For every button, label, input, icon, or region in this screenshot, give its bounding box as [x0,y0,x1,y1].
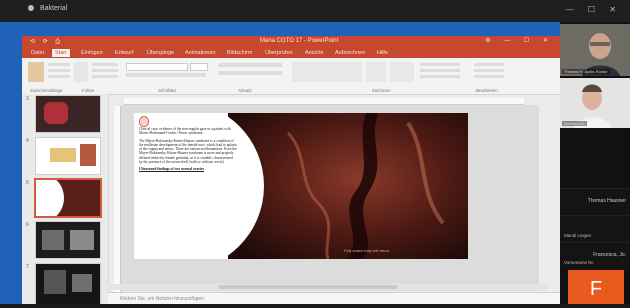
quick-styles-button[interactable] [390,62,414,82]
participant-video-2[interactable]: Manfred Dr. [560,78,630,128]
font-family-select[interactable] [126,63,188,71]
section-button[interactable] [92,75,118,78]
vertical-ruler [114,106,121,292]
slide-finding: Ultrasound findings of two normal ovarie… [139,167,204,172]
shape-outline-button[interactable] [420,69,460,72]
shapes-gallery[interactable] [292,62,362,82]
group-label-editing: Bearbeiten [476,88,498,93]
slide-thumbnail-selected[interactable] [36,180,100,216]
current-slide[interactable]: Clinical case: evidence of the non-regul… [134,113,468,259]
thumb-number: 7 [26,264,29,270]
group-label-slides: Folien [82,88,95,93]
powerpoint-window: ⟲ ⟳ ⎙ Mana CGTO 17 - PowerPoint ⚙ — ☐ ✕ … [22,36,560,304]
arrange-button[interactable] [366,62,386,82]
slide-intro: Clinical case: evidence of the non-regul… [139,127,231,136]
ribbon: Zwischenablage Folien Schriftart Absatz … [22,58,560,95]
paste-icon[interactable] [28,62,44,82]
tab-aufzeichnen[interactable]: Aufzeichnen [332,49,368,57]
tab-bildschirm[interactable]: Bildschirm [224,49,255,57]
app-logo-icon [28,5,34,12]
horizontal-scrollbar[interactable] [108,284,548,290]
participant-video-1[interactable]: Thomas H. Aydin-Rohde [560,24,630,76]
shape-effects-button[interactable] [420,75,460,78]
thumb-number: 3 [26,96,29,102]
slide-thumbnail[interactable] [36,222,100,258]
participant-name: Manfred Dr. [562,121,587,126]
slide-photo [228,113,468,259]
participant-name: Thomas H. Aydin-Rohde [562,69,610,74]
new-slide-button[interactable] [74,62,88,82]
photo-caption: Fully seated body with uterus [344,249,390,253]
align-buttons[interactable] [218,71,282,75]
horizontal-ruler [124,98,524,105]
cut-icon[interactable] [48,63,70,66]
thumb-number: 4 [26,138,29,144]
list-buttons[interactable] [218,63,282,67]
tab-entwurf[interactable]: Entwurf [112,49,137,57]
participant-tile-3[interactable]: Thomas Hausner [560,188,630,216]
tab-hilfe[interactable]: Hilfe [374,49,391,57]
scroll-thumb[interactable] [218,285,398,289]
font-style-buttons[interactable] [126,73,206,77]
group-label-paragraph: Absatz [238,88,252,93]
meeting-top-bar: Bakterial — ☐ ✕ [0,0,630,22]
ppt-document-title: Mana CGTO 17 - PowerPoint [260,38,339,44]
group-label-clipboard: Zwischenablage [30,88,63,93]
notes-placeholder: Klicken Sie, um Notizen hinzuzufügen [120,296,204,302]
slide-thumbnail[interactable] [36,138,100,174]
thumb-number: 5 [26,180,29,186]
participant-tile-4[interactable]: Mandi Lingen [560,215,630,243]
tab-datei[interactable]: Datei [28,49,47,57]
font-size-select[interactable] [190,63,208,71]
participant-name-right: Francesca, Jo. [593,252,626,258]
slide-thumbnail[interactable] [36,96,100,132]
participant-tile-5[interactable]: Francesca, Jo. Vornename Nr. [560,242,630,270]
notes-pane[interactable]: Klicken Sie, um Notizen hinzuzufügen [108,292,560,304]
self-avatar-badge[interactable]: F [568,270,624,304]
layout-button[interactable] [92,63,118,66]
tab-einfuegen[interactable]: Einfügen [78,49,106,57]
replace-button[interactable] [474,69,504,72]
tab-animationen[interactable]: Animationen [182,49,219,57]
ultrasound-image [228,113,468,259]
tab-ueberpruefen[interactable]: Überprüfen [262,49,296,57]
group-label-drawing: Zeichnen [372,88,391,93]
copy-icon[interactable] [48,69,70,72]
slide-thumbnails-pane: 3 4 5 6 7 [22,94,109,304]
quick-access-toolbar[interactable]: ⟲ ⟳ ⎙ [30,38,63,46]
shape-fill-button[interactable] [420,63,460,66]
slide-thumbnail[interactable] [36,264,100,304]
group-label-font: Schriftart [158,88,177,93]
format-painter-icon[interactable] [48,75,70,78]
tab-ansicht[interactable]: Ansicht [302,49,326,57]
slide-text-block[interactable]: Clinical case: evidence of the non-regul… [139,127,237,175]
thumb-number: 6 [26,222,29,228]
slide-body: The Mayer-Rokitansky-Küster-Hauser syndr… [139,138,237,165]
tab-uebergaenge[interactable]: Übergänge [144,49,177,57]
ribbon-tabs: Datei Start Einfügen Entwurf Übergänge A… [22,48,560,58]
participant-name: Thomas Hausner [587,198,626,204]
participant-name: Mandi Lingen [564,233,592,238]
select-button[interactable] [474,75,504,78]
meeting-window-controls[interactable]: — ☐ ✕ [566,5,622,14]
ppt-window-controls[interactable]: ⚙ — ☐ ✕ [485,37,554,44]
tab-start[interactable]: Start [52,49,70,57]
reset-button[interactable] [92,69,118,72]
participant-name: Vornename Nr. [564,260,595,265]
ppt-title-bar: ⟲ ⟳ ⎙ Mana CGTO 17 - PowerPoint ⚙ — ☐ ✕ [22,36,560,48]
find-button[interactable] [474,63,504,66]
meeting-title: Bakterial [28,5,67,12]
university-logo-icon [139,116,149,127]
